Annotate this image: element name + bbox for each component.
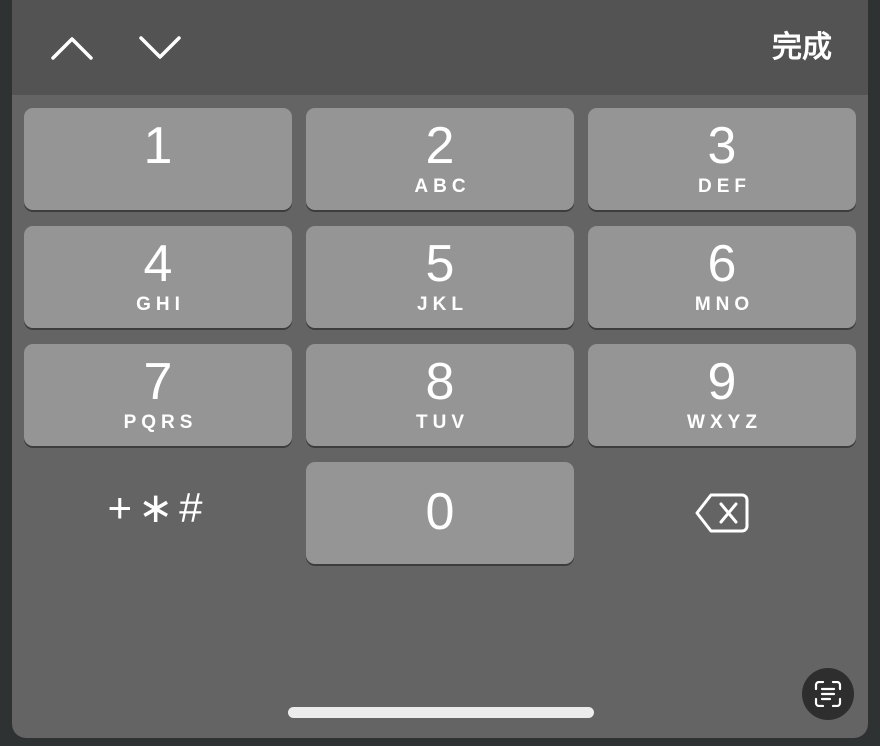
key-letters: PQRS bbox=[123, 412, 198, 433]
text-scan-icon bbox=[814, 681, 842, 707]
key-3[interactable]: 3 DEF bbox=[588, 108, 856, 210]
key-letters: DEF bbox=[698, 176, 751, 197]
key-digit: 5 bbox=[425, 235, 455, 293]
key-9[interactable]: 9 WXYZ bbox=[588, 344, 856, 446]
key-7[interactable]: 7 PQRS bbox=[24, 344, 292, 446]
chevron-up-icon bbox=[51, 37, 93, 60]
key-8[interactable]: 8 TUV bbox=[306, 344, 574, 446]
key-digit: 7 bbox=[143, 353, 173, 411]
key-5[interactable]: 5 JKL bbox=[306, 226, 574, 328]
key-letters: ABC bbox=[414, 176, 471, 197]
chevron-down-icon bbox=[139, 36, 181, 59]
key-0[interactable]: 0 bbox=[306, 462, 574, 564]
next-field-button[interactable] bbox=[136, 26, 184, 70]
keyboard-toolbar: 完成 bbox=[12, 0, 868, 95]
key-digit: 6 bbox=[707, 235, 737, 293]
key-letters: JKL bbox=[417, 294, 468, 315]
key-digit: 8 bbox=[425, 353, 455, 411]
key-digit: 0 bbox=[425, 483, 455, 541]
key-digit: 1 bbox=[143, 117, 173, 175]
symbols-label: +∗# bbox=[107, 484, 209, 531]
key-2[interactable]: 2 ABC bbox=[306, 108, 574, 210]
key-4[interactable]: 4 GHI bbox=[24, 226, 292, 328]
key-digit: 2 bbox=[425, 117, 455, 175]
delete-key[interactable] bbox=[588, 462, 856, 564]
home-indicator bbox=[288, 707, 594, 718]
key-digit: 9 bbox=[707, 353, 737, 411]
key-1[interactable]: 1 bbox=[24, 108, 292, 210]
symbols-key[interactable]: +∗# bbox=[24, 462, 292, 564]
key-letters: TUV bbox=[416, 412, 469, 433]
key-letters: WXYZ bbox=[687, 412, 762, 433]
device-frame: 完成 1 2 ABC 3 DEF 4 GHI 5 JKL 6 MNO 7 PQR… bbox=[0, 0, 880, 746]
scan-text-button[interactable] bbox=[802, 668, 854, 720]
previous-field-button[interactable] bbox=[48, 26, 96, 70]
key-6[interactable]: 6 MNO bbox=[588, 226, 856, 328]
done-button[interactable]: 完成 bbox=[772, 28, 832, 68]
numeric-keyboard: 完成 1 2 ABC 3 DEF 4 GHI 5 JKL 6 MNO 7 PQR… bbox=[12, 0, 868, 738]
key-digit: 3 bbox=[707, 117, 737, 175]
key-letters: MNO bbox=[694, 294, 755, 315]
key-digit: 4 bbox=[143, 235, 173, 293]
key-letters: GHI bbox=[136, 294, 185, 315]
delete-backspace-icon bbox=[695, 493, 749, 533]
